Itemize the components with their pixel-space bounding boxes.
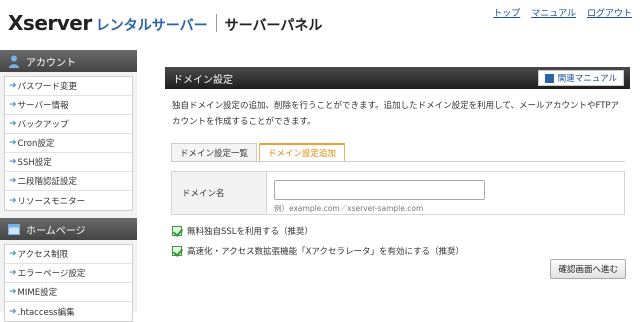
sidebar-item-label: MIME設定 (17, 288, 58, 298)
top-link-logout[interactable]: ログアウト (587, 6, 632, 19)
arrow-right-icon: ➜ (9, 119, 17, 129)
browser-icon (8, 223, 20, 235)
arrow-right-icon: ➜ (9, 268, 17, 278)
accelerator-checkbox-label: 高速化・アクセス数拡張機能「Xアクセラレータ」を有効にする（推奨） (187, 247, 465, 257)
logo-divider (215, 14, 217, 32)
ssl-checkbox[interactable] (172, 226, 182, 236)
sidebar-item-label: サーバー情報 (17, 101, 69, 111)
sidebar-item-error-page[interactable]: ➜ エラーページ設定 (5, 264, 132, 283)
sidebar-item-label: SSH設定 (17, 158, 52, 168)
person-icon (9, 55, 19, 68)
sidebar-item-label: Cron設定 (17, 139, 55, 149)
book-icon (544, 73, 554, 83)
sidebar-item-server-info[interactable]: ➜ サーバー情報 (5, 96, 132, 115)
arrow-right-icon: ➜ (9, 249, 17, 259)
top-link-top[interactable]: トップ (493, 6, 520, 19)
sidebar-item-label: リソースモニター (17, 196, 86, 207)
page-title: ドメイン設定 (173, 74, 233, 86)
xserver-logo[interactable]: Xserver レンタルサーバー サーバーパネル (8, 11, 322, 35)
page-description: 独自ドメイン設定の追加、削除を行うことができます。追加したドメイン設定を利用して… (172, 101, 620, 127)
confirm-button[interactable]: 確認画面へ進む (550, 259, 626, 279)
sidebar-heading-account: アカウント (0, 50, 137, 72)
tab-divider (171, 161, 625, 162)
arrow-right-icon: ➜ (9, 287, 17, 297)
sidebar-item-label: バックアップ (17, 120, 69, 130)
sidebar-item-label: アクセス制限 (17, 250, 69, 260)
domain-example: 例）example.com／xserver-sample.com (274, 204, 424, 213)
logo-sub: レンタルサーバー (95, 18, 208, 34)
ssl-checkbox-row[interactable]: 無料独自SSLを利用する（推奨） (172, 223, 630, 239)
arrow-right-icon: ➜ (9, 176, 17, 186)
sidebar-item-2fa[interactable]: ➜ 二段階認証設定 (5, 172, 132, 191)
app-header: Xserver レンタルサーバー サーバーパネル トップ マニュアル ログアウト (0, 0, 640, 46)
top-nav: トップ マニュアル ログアウト (493, 6, 632, 19)
accelerator-checkbox-row[interactable]: 高速化・アクセス数拡張機能「Xアクセラレータ」を有効にする（推奨） (172, 243, 630, 259)
related-manual-button[interactable]: 関連マニュアル (537, 70, 624, 86)
logo-main: Xserver (8, 11, 92, 35)
sidebar-heading-account-label: アカウント (26, 57, 76, 69)
tab-domain-add[interactable]: ドメイン設定追加 (259, 143, 346, 161)
main-content: ドメイン設定 関連マニュアル 独自ドメイン設定の追加、削除を行うことができます。… (165, 67, 630, 279)
sidebar-item-cron[interactable]: ➜ Cron設定 (5, 134, 132, 153)
arrow-right-icon: ➜ (9, 157, 17, 167)
sidebar-item-password[interactable]: ➜ パスワード変更 (5, 77, 132, 96)
ssl-checkbox-label: 無料独自SSLを利用する（推奨） (187, 227, 314, 237)
sidebar-heading-homepage-label: ホームページ (26, 225, 86, 237)
domain-input[interactable] (274, 180, 485, 200)
related-manual-label: 関連マニュアル (557, 74, 617, 84)
homepage-menu: ➜ アクセス制限 ➜ エラーページ設定 ➜ MIME設定 ➜ .htaccess編集 (4, 244, 133, 322)
sidebar-item-ssh[interactable]: ➜ SSH設定 (5, 153, 132, 172)
arrow-right-icon: ➜ (9, 81, 17, 91)
page-title-bar: ドメイン設定 関連マニュアル (165, 67, 630, 89)
panel-name: サーバーパネル (224, 18, 323, 34)
domain-label: ドメイン名 (172, 172, 267, 214)
arrow-right-icon: ➜ (9, 100, 17, 110)
arrow-right-icon: ➜ (9, 195, 17, 206)
sidebar-item-resource-monitor[interactable]: ➜ リソースモニター (5, 191, 132, 210)
sidebar: アカウント ➜ パスワード変更 ➜ サーバー情報 ➜ バックアップ ➜ Cron設定 ➜… (0, 50, 137, 322)
account-menu: ➜ パスワード変更 ➜ サーバー情報 ➜ バックアップ ➜ Cron設定 ➜ SSH設定 … (4, 76, 133, 211)
arrow-right-icon: ➜ (9, 138, 17, 148)
tab-bar: ドメイン設定一覧 ドメイン設定追加 (171, 143, 630, 161)
top-link-manual[interactable]: マニュアル (531, 6, 576, 19)
sidebar-item-label: パスワード変更 (17, 82, 78, 92)
sidebar-item-backup[interactable]: ➜ バックアップ (5, 115, 132, 134)
tab-domain-list[interactable]: ドメイン設定一覧 (171, 143, 258, 161)
domain-field-cell: 例）example.com／xserver-sample.com (267, 172, 485, 214)
sidebar-item-label: 二段階認証設定 (17, 177, 78, 187)
sidebar-item-mime[interactable]: ➜ MIME設定 (5, 283, 132, 302)
sidebar-item-access-restriction[interactable]: ➜ アクセス制限 (5, 245, 132, 264)
sidebar-item-label: エラーページ設定 (17, 269, 86, 279)
domain-form: ドメイン名 例）example.com／xserver-sample.com (171, 171, 625, 215)
sidebar-heading-homepage: ホームページ (0, 218, 137, 240)
accelerator-checkbox[interactable] (172, 246, 182, 256)
